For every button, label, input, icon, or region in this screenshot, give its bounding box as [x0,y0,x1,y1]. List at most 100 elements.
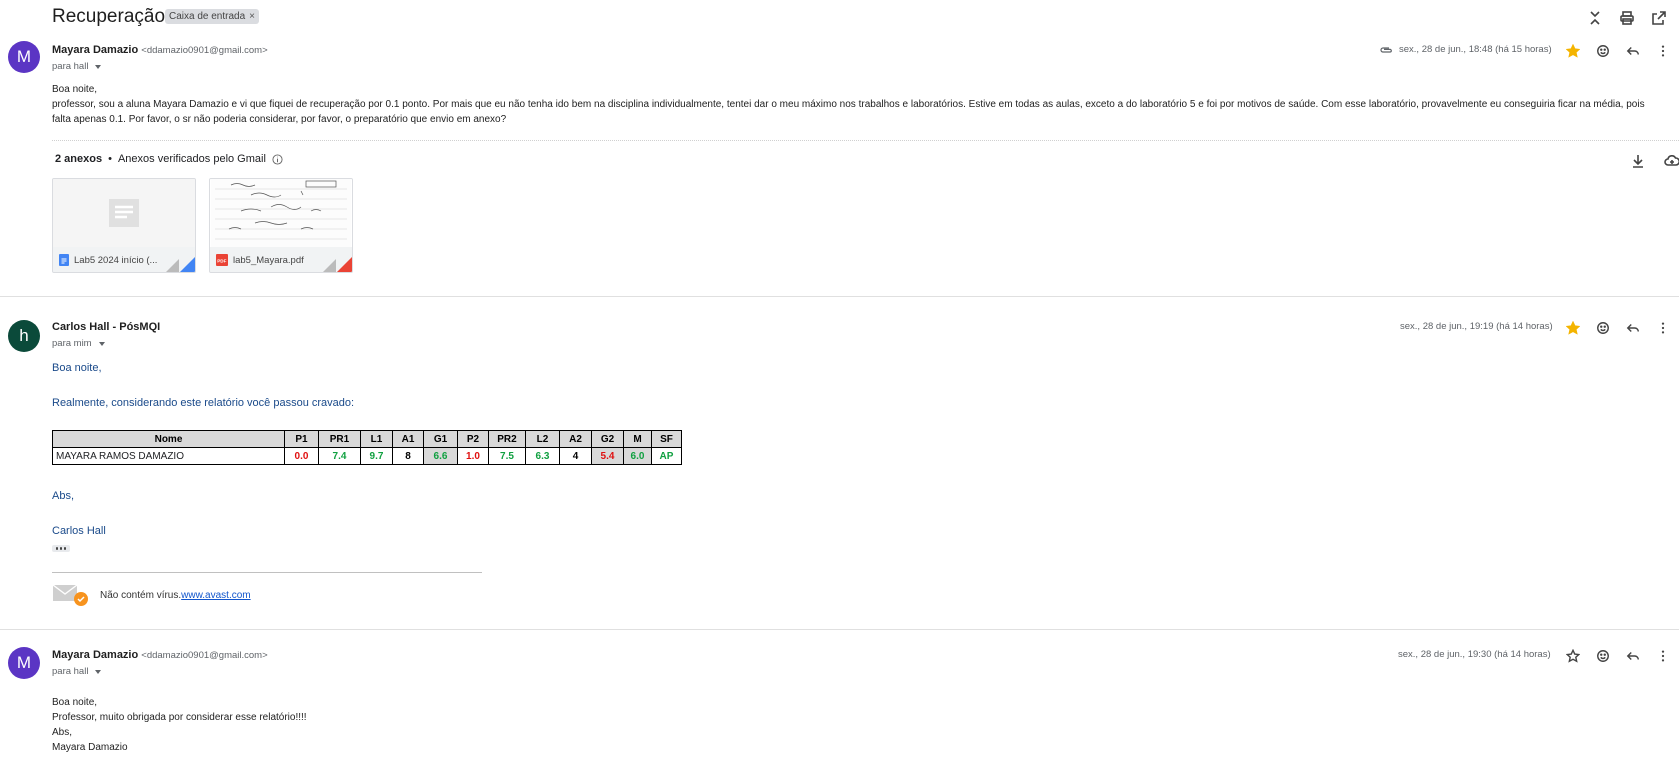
grades-table-wrap: Nome P1 PR1 L1 A1 G1 P2 PR2 L2 A2 G2 M S… [52,430,682,465]
virus-text-label: Não contém vírus. [100,589,182,601]
sender-name[interactable]: Mayara Damazio [52,44,138,56]
fold [322,259,336,272]
star-icon[interactable] [1563,41,1583,61]
show-trimmed-content-button[interactable] [52,545,70,552]
document-placeholder-icon [109,199,139,227]
virus-notice: Não contém vírus.www.avast.com [52,583,251,607]
grade-cell: 7.5 [488,447,526,465]
emoji-reaction-icon[interactable] [1593,41,1613,61]
message-divider [0,629,1679,630]
inbox-label-chip[interactable]: Caixa de entrada × [165,9,260,24]
attachment-footer: Lab5 2024 início (... [53,247,195,272]
recipient-dropdown[interactable]: para mim [52,338,105,349]
recipient-text: para hall [52,666,89,677]
info-icon[interactable] [272,153,283,165]
reply-icon[interactable] [1623,646,1643,666]
recipient-text: para hall [52,61,89,72]
sender-avatar: M [8,41,40,73]
star-outline-icon[interactable] [1563,646,1583,666]
download-all-icon[interactable] [1628,151,1648,171]
emoji-reaction-icon[interactable] [1593,318,1613,338]
attachment-name: lab5_Mayara.pdf [233,254,304,266]
avast-link[interactable]: www.avast.com [181,590,250,601]
col-header: G1 [423,430,458,448]
pdf-icon: PDF [216,254,228,266]
attachment-card[interactable]: PDF lab5_Mayara.pdf [209,178,353,273]
col-header: PR2 [488,430,526,448]
attachment-footer: PDF lab5_Mayara.pdf [210,247,352,272]
dot [55,547,59,550]
chevron-down-icon[interactable] [95,64,102,69]
message-actions [1563,41,1673,61]
open-new-window-icon[interactable] [1649,8,1669,28]
attachments-count: 2 anexos [55,153,103,165]
student-name-cell: MAYARA RAMOS DAMAZIO [52,447,285,465]
col-header: P1 [284,430,319,448]
sender-name[interactable]: Mayara Damazio [52,649,138,661]
signoff: Abs, [52,490,75,502]
grade-cell: 1.0 [457,447,489,465]
grade-cell: 6.6 [423,447,458,465]
signature: Carlos Hall [52,525,106,537]
attachment-icon [1380,46,1392,53]
reply-icon[interactable] [1623,318,1643,338]
grade-cell: 8 [392,447,424,465]
add-to-drive-icon[interactable] [1662,151,1679,171]
star-icon[interactable] [1563,318,1583,338]
col-header: L1 [360,430,393,448]
avast-mail-icon [52,584,88,606]
attachment-preview [210,179,352,247]
attachments-verified: Anexos verificados pelo Gmail [117,153,266,165]
message-date: sex., 28 de jun., 19:19 (há 14 horas) [1400,321,1553,332]
thread-toolbar [1585,8,1669,28]
col-header: M [623,430,652,448]
more-options-icon[interactable] [1653,318,1673,338]
reply-icon[interactable] [1623,41,1643,61]
reply-greeting: Boa noite, [52,362,102,374]
grade-cell: 4 [559,447,592,465]
remove-label-icon[interactable]: × [249,11,255,22]
fold [165,259,179,272]
col-header: SF [651,430,682,448]
reply-line: Realmente, considerando este relatório v… [52,397,355,409]
avatar-letter: h [19,326,29,345]
grades-table: Nome P1 PR1 L1 A1 G1 P2 PR2 L2 A2 G2 M S… [52,430,682,465]
collapse-all-icon[interactable] [1585,8,1605,28]
table-row: MAYARA RAMOS DAMAZIO 0.0 7.4 9.7 8 6.6 1… [52,447,682,465]
grade-cell: 6.0 [623,447,652,465]
sender-email: <ddamazio0901@gmail.com> [141,45,268,56]
signature-divider [52,572,482,573]
thread-subject: Recuperação [52,6,166,27]
greeting: Boa noite, [52,84,98,95]
message-divider [0,296,1679,297]
message-meta: sex., 28 de jun., 18:48 (há 15 horas) [1379,44,1552,55]
sender-avatar: M [8,647,40,679]
more-options-icon[interactable] [1653,646,1673,666]
google-docs-icon [59,254,69,266]
col-header: L2 [525,430,560,448]
more-options-icon[interactable] [1653,41,1673,61]
grade-cell: 0.0 [284,447,319,465]
avatar-letter: M [16,47,32,66]
sender-name[interactable]: Carlos Hall - PósMQI [52,321,160,333]
emoji-reaction-icon[interactable] [1593,646,1613,666]
attachment-card[interactable]: Lab5 2024 início (... [52,178,196,273]
chevron-down-icon[interactable] [95,669,102,674]
body-paragraph: professor, sou a aluna Mayara Damazio e … [52,99,1645,125]
recipient-dropdown[interactable]: para hall [52,61,102,72]
sender-line: Mayara Damazio <ddamazio0901@gmail.com> [52,649,268,661]
col-header: PR1 [318,430,361,448]
attachment-actions [1628,151,1679,171]
chevron-down-icon[interactable] [98,341,105,346]
col-header: P2 [457,430,489,448]
print-icon[interactable] [1617,8,1637,28]
recipient-text: para mim [52,338,92,349]
attachment-name: Lab5 2024 início (... [74,254,158,266]
message-actions [1563,646,1673,666]
col-header: G2 [591,430,624,448]
recipient-dropdown[interactable]: para hall [52,666,102,677]
grade-cell: AP [651,447,682,465]
attachments-header: 2 anexos • Anexos verificados pelo Gmail [55,153,283,165]
dot [63,547,67,550]
corner [179,257,195,272]
